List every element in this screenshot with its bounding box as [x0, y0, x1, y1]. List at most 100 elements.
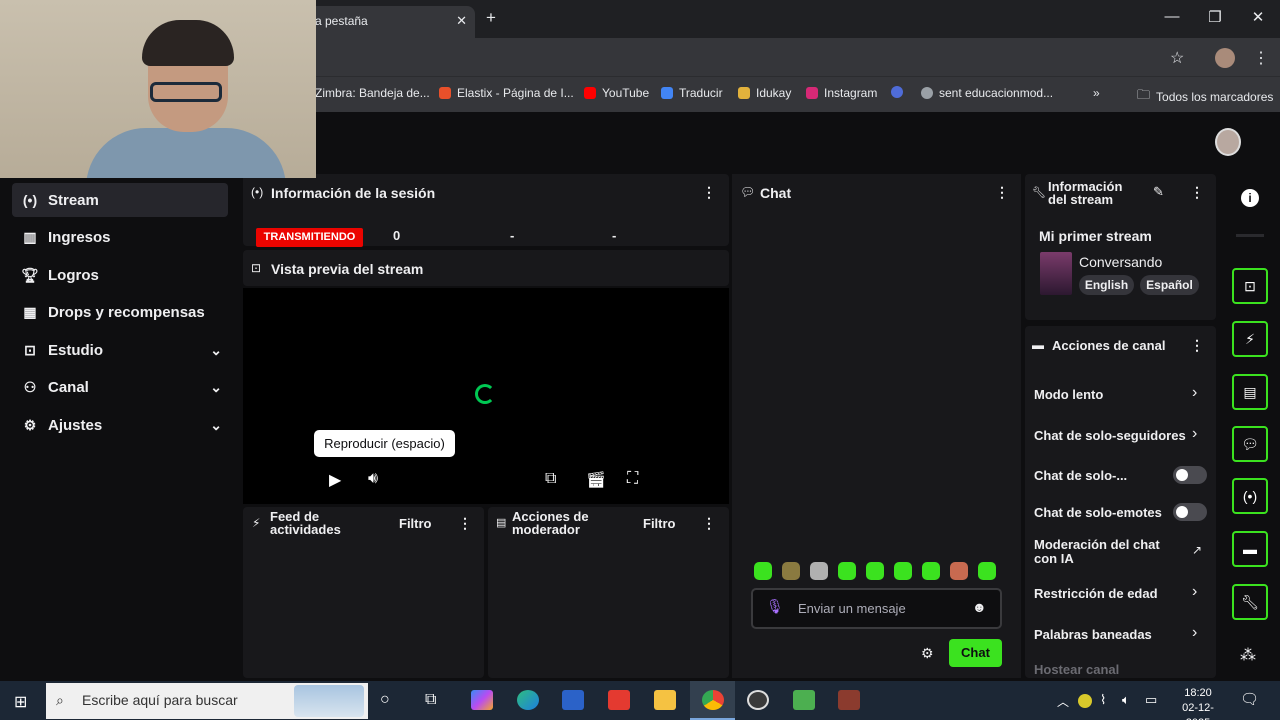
dock-broadcast-icon[interactable]: (•)	[1232, 478, 1268, 514]
shield-icon: ▤	[496, 517, 507, 529]
channel-actions-menu-icon[interactable]: ⋮	[1190, 337, 1204, 354]
dock-wrench-icon[interactable]: 🔧︎	[1232, 584, 1268, 620]
bookmark-star-icon[interactable]: ☆	[1170, 48, 1184, 68]
windows-start-icon[interactable]: ⊞	[14, 692, 27, 712]
word-icon[interactable]	[562, 690, 584, 710]
new-tab-icon[interactable]: +	[486, 8, 496, 28]
edge-icon[interactable]	[517, 690, 539, 710]
action-solo-seguidores[interactable]: Chat de solo-seguidores	[1034, 428, 1186, 443]
emote-icon[interactable]	[838, 562, 856, 580]
dock-extensions-icon[interactable]: ⁂	[1240, 645, 1256, 665]
action-moderacion-ia[interactable]: Moderación del chat con IA	[1034, 538, 1184, 566]
task-view-icon[interactable]: ⧉	[425, 691, 436, 709]
chat-send-button[interactable]: Chat	[949, 639, 1002, 667]
chevron-right-icon[interactable]: ›	[1192, 384, 1197, 402]
bookmark-zimbra[interactable]: Zimbra: Bandeja de...	[315, 86, 430, 100]
chat-settings-icon[interactable]: ⚙	[921, 645, 934, 662]
emote-icon[interactable]	[810, 562, 828, 580]
external-link-icon[interactable]: ↗	[1192, 543, 1202, 557]
session-menu-icon[interactable]: ⋮	[702, 184, 716, 201]
bookmark-traducir[interactable]: Traducir	[661, 86, 723, 100]
sidebar-item-drops[interactable]: ▦ Drops y recompensas	[12, 295, 228, 329]
dock-document-icon[interactable]: ▤	[1232, 374, 1268, 410]
bookmark-youtube[interactable]: YouTube	[584, 86, 649, 100]
bookmark-idukay[interactable]: Idukay	[738, 86, 791, 100]
bookmarks-overflow-icon[interactable]: »	[1093, 86, 1100, 100]
microphone-icon[interactable]: 🎙︎	[766, 598, 784, 615]
info-icon[interactable]: i	[1241, 189, 1259, 207]
emote-icon[interactable]	[978, 562, 996, 580]
browser-profile-avatar[interactable]	[1215, 48, 1235, 68]
file-explorer-icon[interactable]	[654, 690, 676, 710]
chevron-right-icon[interactable]: ›	[1192, 583, 1197, 601]
copilot-icon[interactable]	[471, 690, 493, 710]
mod-filter-button[interactable]: Filtro	[643, 516, 676, 531]
dock-lightning-icon[interactable]: ⚡︎	[1232, 321, 1268, 357]
toggle-solo-emotes[interactable]	[1173, 503, 1207, 521]
emote-icon[interactable]	[922, 562, 940, 580]
mod-menu-icon[interactable]: ⋮	[702, 515, 716, 532]
action-restriccion-edad[interactable]: Restricción de edad	[1034, 586, 1158, 601]
minecraft-launcher-icon[interactable]	[838, 690, 860, 710]
sidebar-item-stream[interactable]: (•) Stream	[12, 183, 228, 217]
bookmark-instagram[interactable]: Instagram	[806, 86, 877, 100]
play-icon[interactable]: ▶	[329, 470, 341, 490]
obs-icon[interactable]	[747, 690, 769, 710]
taskbar-clock[interactable]: 18:2002-12-2025	[1172, 686, 1224, 720]
bookmark-all[interactable]: 🗀 Todos los marcadores	[1137, 86, 1273, 108]
user-avatar[interactable]	[1215, 128, 1241, 156]
category-box-art[interactable]	[1040, 252, 1072, 295]
close-window-icon[interactable]: ✕	[1246, 8, 1270, 26]
stream-category[interactable]: Conversando	[1079, 254, 1162, 270]
emote-icon[interactable]	[782, 562, 800, 580]
tag-english[interactable]: English	[1079, 275, 1134, 295]
wifi-icon[interactable]: ⌇	[1100, 692, 1106, 708]
emote-icon[interactable]	[894, 562, 912, 580]
activity-menu-icon[interactable]: ⋮	[458, 515, 472, 532]
sidebar-item-ingresos[interactable]: ▥ Ingresos	[12, 220, 228, 254]
edit-pencil-icon[interactable]: ✎	[1153, 184, 1164, 200]
action-modo-lento[interactable]: Modo lento	[1034, 387, 1103, 402]
cortana-icon[interactable]: ○	[380, 691, 390, 709]
bookmark-elastix[interactable]: Elastix - Página de I...	[439, 86, 574, 100]
action-palabras-baneadas[interactable]: Palabras baneadas	[1034, 627, 1152, 642]
emote-picker-icon[interactable]: ☻	[972, 599, 987, 615]
stream-info-title: Información del stream	[1048, 179, 1123, 207]
stream-info-menu-icon[interactable]: ⋮	[1190, 184, 1204, 201]
bookmark-unnamed[interactable]	[891, 86, 903, 98]
toggle-solo-suscriptores[interactable]	[1173, 466, 1207, 484]
fullscreen-icon[interactable]: ⛶	[627, 470, 638, 488]
browser-menu-icon[interactable]: ⋮	[1253, 48, 1269, 68]
bookmark-educacion[interactable]: sent educacionmod...	[921, 86, 1053, 100]
dock-chat-icon[interactable]: 💬︎	[1232, 426, 1268, 462]
chrome-icon[interactable]	[702, 690, 724, 710]
dock-actions-icon[interactable]: ▬	[1232, 531, 1268, 567]
minecraft-icon[interactable]	[793, 690, 815, 710]
emote-icon[interactable]	[866, 562, 884, 580]
close-tab-icon[interactable]: ✕	[456, 13, 467, 29]
emote-icon[interactable]	[950, 562, 968, 580]
tray-up-icon[interactable]: ︿	[1057, 693, 1069, 710]
speaker-icon[interactable]: 🔈︎	[1122, 692, 1130, 708]
sidebar-item-estudio[interactable]: ⊡ Estudio ⌄	[12, 333, 228, 367]
activity-filter-button[interactable]: Filtro	[399, 516, 432, 531]
tray-app-icon[interactable]	[1078, 694, 1092, 708]
minimize-icon[interactable]: —	[1160, 8, 1184, 25]
picture-in-picture-icon[interactable]: ⧉	[545, 470, 556, 488]
notifications-icon[interactable]: 🗨︎	[1240, 690, 1259, 708]
chat-menu-icon[interactable]: ⋮	[995, 184, 1009, 201]
sidebar-item-logros[interactable]: 🏆︎ Logros	[12, 258, 228, 292]
battery-icon[interactable]: ▭	[1145, 692, 1157, 708]
browser-tab[interactable]: a pestaña ✕	[305, 6, 475, 38]
tag-espanol[interactable]: Español	[1140, 275, 1199, 295]
emote-icon[interactable]	[754, 562, 772, 580]
volume-icon[interactable]: 🔊︎	[368, 470, 378, 488]
sidebar-item-canal[interactable]: ⚇ Canal ⌄	[12, 370, 228, 404]
sidebar-item-ajustes[interactable]: ⚙ Ajustes ⌄	[12, 408, 228, 442]
clip-icon[interactable]: 🎬︎	[586, 470, 606, 490]
wps-icon[interactable]	[608, 690, 630, 710]
chevron-right-icon[interactable]: ›	[1192, 425, 1197, 443]
dock-preview-icon[interactable]: ⊡	[1232, 268, 1268, 304]
chevron-right-icon[interactable]: ›	[1192, 624, 1197, 642]
restore-icon[interactable]: ❐	[1203, 8, 1227, 26]
